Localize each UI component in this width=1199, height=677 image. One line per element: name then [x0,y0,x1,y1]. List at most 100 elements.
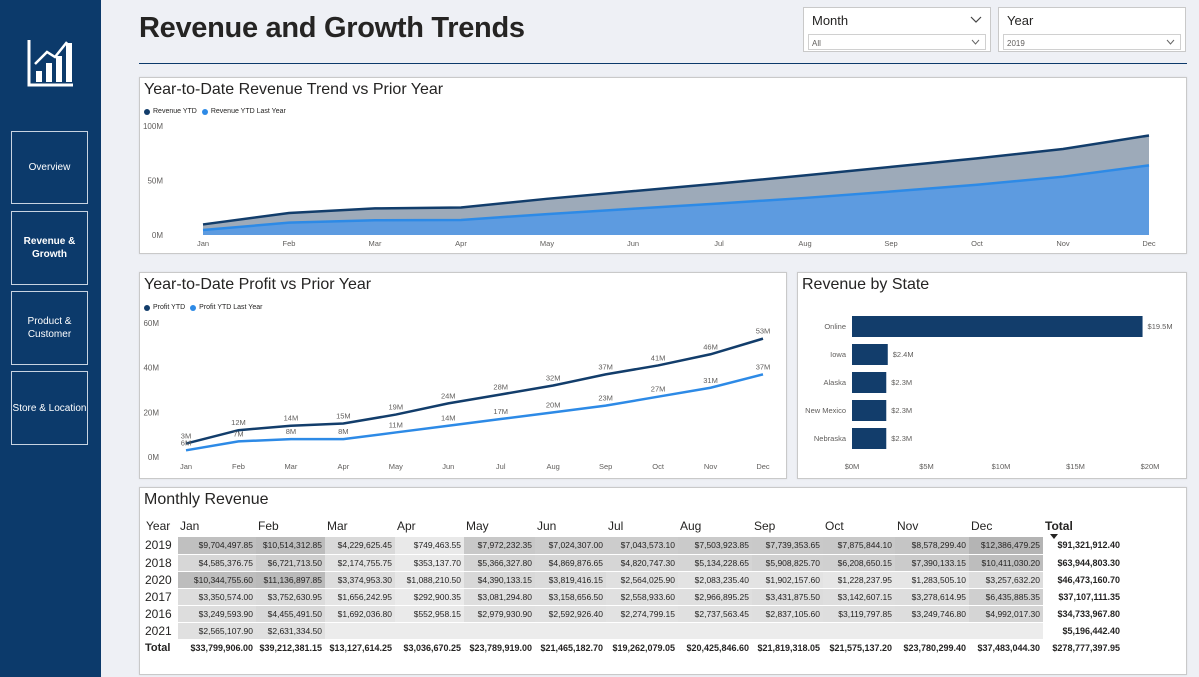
revenue-cell [678,622,752,640]
x-tick-label: Jan [197,239,209,248]
table-row: 2020 $10,344,755.60 $11,136,897.85 $3,374,9… [144,571,1123,589]
x-tick-label: May [540,239,554,248]
profit-ytd-last-year-data-label: 14M [441,414,456,423]
month-slicer[interactable]: Month All [803,7,991,52]
column-header[interactable]: Year [144,515,178,537]
revenue-cell: $6,721,713.50 [256,554,325,572]
nav-label: Product & Customer [27,316,72,340]
revenue-ytd-chart-panel: Year-to-Date Revenue Trend vs Prior Year… [139,77,1187,254]
revenue-cell: $10,344,755.60 [178,571,256,589]
chevron-down-icon[interactable] [971,39,980,46]
column-header[interactable]: Jul [606,515,678,537]
column-header[interactable]: Aug [678,515,752,537]
matrix-title: Monthly Revenue [144,491,269,508]
category-label: New Mexico [805,406,846,415]
nav-label: Overview [28,162,71,173]
revenue-cell: $1,228,237.95 [823,571,895,589]
chevron-down-icon[interactable] [1166,39,1175,46]
profit-ytd-last-year-data-label: 6M [181,438,191,447]
revenue-cell: $4,820,747.30 [606,554,678,572]
row-total-cell: $34,733,967.80 [1043,605,1123,623]
year-dropdown[interactable] [1003,34,1181,50]
column-total-cell: $20,425,846.60 [678,638,752,657]
x-tick-label: Aug [547,462,560,471]
revenue-cell [823,622,895,640]
revenue-cell: $7,503,923.85 [678,537,752,555]
revenue-cell [606,622,678,640]
revenue-cell: $7,043,573.10 [606,537,678,555]
revenue-cell [535,622,606,640]
revenue-cell: $2,979,930.90 [464,605,535,623]
nav-overview-button[interactable]: Overview [11,131,88,204]
nav-store-location-button[interactable]: Store & Location [11,371,88,445]
revenue-ytd-area-chart: 100M 50M 0M Jan Feb Mar Apr May Jun Jul Aug Sep Oct N… [143,122,1156,248]
x-tick-label: Feb [232,462,245,471]
row-year-label: 2017 [144,588,178,606]
revenue-cell: $292,900.35 [395,588,464,606]
revenue-cell: $7,390,133.15 [895,554,969,572]
row-total-cell: $63,944,803.30 [1043,554,1123,572]
bar-data-label: $19.5M [1148,322,1173,331]
revenue-cell: $2,631,334.50 [256,622,325,640]
state-bar [852,344,888,365]
profit-ytd-data-label: 32M [546,374,561,383]
column-header[interactable]: Jun [535,515,606,537]
column-header[interactable]: Feb [256,515,325,537]
column-header[interactable]: Nov [895,515,969,537]
profit-ytd-data-label: 19M [389,403,404,412]
sort-descending-icon[interactable] [1050,534,1058,539]
x-tick-label: Apr [338,462,350,471]
chevron-down-icon[interactable] [970,14,982,24]
revenue-cell: $2,565,107.90 [178,622,256,640]
revenue-cell: $3,819,416.15 [535,571,606,589]
monthly-revenue-matrix: Year Jan Feb Mar Apr May Jun Jul Aug Sep Oct Nov Dec… [144,515,1123,657]
revenue-cell: $2,083,235.40 [678,571,752,589]
state-bar [852,400,887,421]
month-slicer-value: All [812,39,821,48]
x-tick-label: Mar [284,462,297,471]
y-tick-label: 100M [143,122,163,131]
sidebar: Overview Revenue & Growth Product & Cust… [0,0,101,677]
column-header[interactable]: Sep [752,515,823,537]
revenue-cell: $3,374,953.30 [325,571,395,589]
column-header[interactable]: Oct [823,515,895,537]
profit-ytd-line [185,337,764,445]
column-total-cell: $39,212,381.15 [256,638,325,657]
month-dropdown[interactable] [808,34,986,50]
revenue-cell: $3,257,632.20 [969,571,1043,589]
profit-ytd-last-year-data-label: 37M [756,362,771,371]
column-header[interactable]: Dec [969,515,1043,537]
revenue-cell: $552,958.15 [395,605,464,623]
profit-ytd-data-label: 14M [284,414,299,423]
row-total-cell: $5,196,442.40 [1043,622,1123,640]
column-header[interactable]: May [464,515,535,537]
profit-ytd-last-year-line [185,373,764,452]
revenue-cell: $10,411,030.20 [969,554,1043,572]
column-header[interactable]: Mar [325,515,395,537]
row-year-label: 2018 [144,554,178,572]
revenue-cell: $4,229,625.45 [325,537,395,555]
nav-revenue-growth-button[interactable]: Revenue & Growth [11,211,88,285]
revenue-cell: $1,692,036.80 [325,605,395,623]
nav-label: Store & Location [12,402,87,414]
x-tick-label: Jan [180,462,192,471]
year-slicer[interactable]: Year 2019 [998,7,1186,52]
nav-label: Revenue & Growth [23,236,76,260]
revenue-cell: $353,137.70 [395,554,464,572]
x-tick-label: Sep [599,462,612,471]
revenue-cell: $3,081,294.80 [464,588,535,606]
profit-ytd-last-year-data-label: 20M [546,400,561,409]
y-tick-label: 0M [152,231,163,240]
profit-ytd-last-year-data-label: 8M [338,427,348,436]
nav-product-customer-button[interactable]: Product & Customer [11,291,88,365]
revenue-cell: $7,024,307.00 [535,537,606,555]
title-divider [139,63,1187,64]
profit-ytd-last-year-data-label: 17M [493,407,508,416]
revenue-cell: $7,739,353.65 [752,537,823,555]
profit-ytd-chart-panel: Year-to-Date Profit vs Prior Year Profit… [139,272,787,479]
revenue-cell [464,622,535,640]
column-header[interactable]: Apr [395,515,464,537]
column-header[interactable]: Jan [178,515,256,537]
total-row: Total $33,799,906.00 $39,212,381.15 $13,127… [144,638,1123,657]
revenue-cell: $2,274,799.15 [606,605,678,623]
